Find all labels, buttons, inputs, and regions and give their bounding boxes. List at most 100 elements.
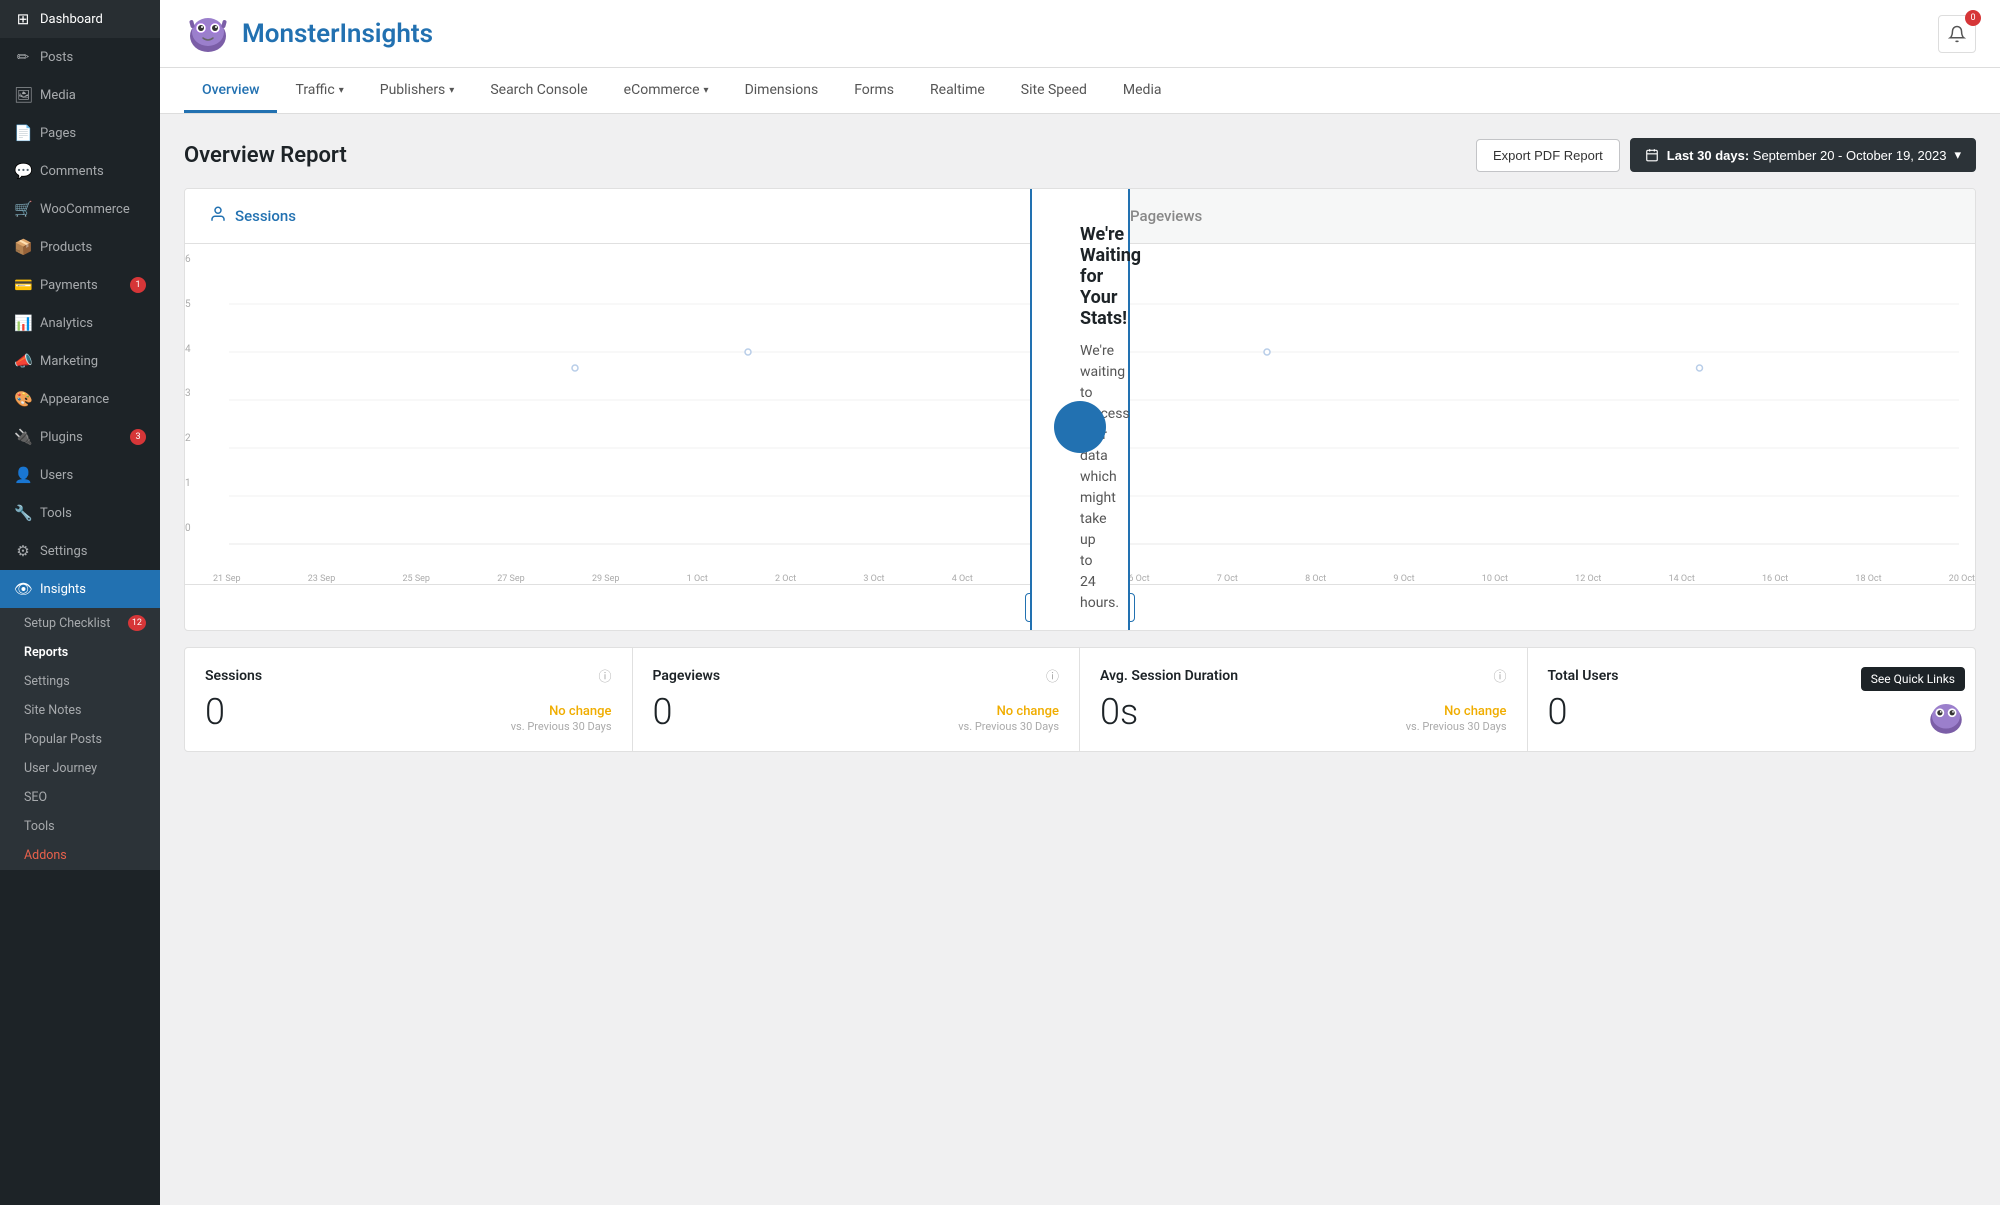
ecommerce-chevron-icon: ▾ (704, 85, 709, 96)
tab-traffic[interactable]: Traffic ▾ (277, 68, 361, 113)
pageviews-info-icon[interactable]: ⓘ (1046, 666, 1059, 685)
avg-session-info-icon[interactable]: ⓘ (1493, 666, 1506, 685)
total-users-stat-label: Total Users (1548, 668, 1619, 684)
sidebar-item-users[interactable]: 👤 Users (0, 456, 160, 494)
sidebar-item-analytics[interactable]: 📊 Analytics (0, 304, 160, 342)
sidebar-submenu-seo[interactable]: SEO (0, 783, 160, 812)
stat-header-pageviews: Pageviews ⓘ (653, 666, 1060, 685)
stat-card-pageviews: Pageviews ⓘ 0 No change vs. Previous 30 … (633, 648, 1081, 751)
total-users-stat-value: 0 (1548, 691, 1568, 733)
sidebar-item-comments[interactable]: 💬 Comments (0, 152, 160, 190)
stat-card-total-users: Total Users ⓘ 0 See Quick Links (1528, 648, 1976, 751)
sidebar-item-settings[interactable]: ⚙ Settings (0, 532, 160, 570)
chart-area: 0 1 2 3 4 5 6 (185, 244, 1975, 584)
sidebar-item-dashboard[interactable]: ⊞ Dashboard (0, 0, 160, 38)
notification-icon (1948, 25, 1966, 43)
products-icon: 📦 (14, 238, 32, 256)
tab-publishers[interactable]: Publishers ▾ (362, 68, 473, 113)
tab-realtime[interactable]: Realtime (912, 68, 1003, 113)
chart-tab-pageviews[interactable]: Pageviews (1080, 189, 1975, 243)
date-range-label: Last 30 days: September 20 - October 19,… (1667, 148, 1947, 163)
avg-session-stat-change: No change vs. Previous 30 Days (1406, 704, 1507, 733)
posts-icon: ✏ (14, 48, 32, 66)
tab-overview[interactable]: Overview (184, 68, 277, 113)
tab-forms[interactable]: Forms (836, 68, 912, 113)
sidebar-item-woocommerce[interactable]: 🛒 WooCommerce (0, 190, 160, 228)
stat-card-avg-session: Avg. Session Duration ⓘ 0s No change vs.… (1080, 648, 1528, 751)
sidebar-item-marketing[interactable]: 📣 Marketing (0, 342, 160, 380)
date-range-button[interactable]: Last 30 days: September 20 - October 19,… (1630, 138, 1976, 172)
payments-badge: 1 (130, 277, 146, 293)
sidebar: ⊞ Dashboard ✏ Posts 🖼 Media 📄 Pages 💬 Co… (0, 0, 160, 1205)
plugins-icon: 🔌 (14, 428, 32, 446)
calendar-icon (1645, 148, 1659, 162)
header-right: 0 (1938, 15, 1976, 53)
chart-tab-sessions[interactable]: Sessions (185, 189, 1080, 243)
analytics-icon: 📊 (14, 314, 32, 332)
sidebar-item-appearance[interactable]: 🎨 Appearance (0, 380, 160, 418)
sessions-stat-change: No change vs. Previous 30 Days (511, 704, 612, 733)
sidebar-item-media[interactable]: 🖼 Media (0, 76, 160, 114)
sidebar-item-posts[interactable]: ✏ Posts (0, 38, 160, 76)
stats-row: Sessions ⓘ 0 No change vs. Previous 30 D… (184, 647, 1976, 752)
sidebar-submenu-popular-posts[interactable]: Popular Posts (0, 725, 160, 754)
sidebar-submenu-user-journey[interactable]: User Journey (0, 754, 160, 783)
sidebar-item-pages[interactable]: 📄 Pages (0, 114, 160, 152)
waiting-container: We're Waiting for Your Stats! We're wait… (1054, 401, 1106, 427)
sessions-info-icon[interactable]: ⓘ (598, 666, 611, 685)
y-axis: 0 1 2 3 4 5 6 (185, 254, 213, 534)
pageviews-stat-label: Pageviews (653, 668, 721, 684)
sidebar-item-payments[interactable]: 💳 Payments 1 (0, 266, 160, 304)
woocommerce-icon: 🛒 (14, 200, 32, 218)
stat-header-sessions: Sessions ⓘ (205, 666, 612, 685)
traffic-chevron-icon: ▾ (339, 85, 344, 96)
sidebar-submenu-reports[interactable]: Reports (0, 638, 160, 667)
appearance-icon: 🎨 (14, 390, 32, 408)
sidebar-item-plugins[interactable]: 🔌 Plugins 3 (0, 418, 160, 456)
sidebar-submenu-site-notes[interactable]: Site Notes (0, 696, 160, 725)
settings-icon: ⚙ (14, 542, 32, 560)
nav-tabs: Overview Traffic ▾ Publishers ▾ Search C… (160, 68, 2000, 114)
brand-name: MonsterInsights (242, 19, 433, 49)
setup-checklist-badge: 12 (128, 615, 146, 631)
users-icon: 👤 (14, 466, 32, 484)
sidebar-item-products[interactable]: 📦 Products (0, 228, 160, 266)
page-title: Overview Report (184, 143, 347, 168)
date-range-chevron-icon: ▾ (1954, 147, 1961, 163)
sessions-tab-icon (209, 205, 227, 227)
tab-site-speed[interactable]: Site Speed (1003, 68, 1105, 113)
export-pdf-button[interactable]: Export PDF Report (1476, 139, 1620, 172)
pages-icon: 📄 (14, 124, 32, 142)
notification-button[interactable]: 0 (1938, 15, 1976, 53)
tab-ecommerce[interactable]: eCommerce ▾ (606, 68, 727, 113)
media-icon: 🖼 (14, 86, 32, 104)
content-area: Overview Report Export PDF Report Last 3… (160, 114, 2000, 1205)
overview-header: Overview Report Export PDF Report Last 3… (184, 138, 1976, 172)
comments-icon: 💬 (14, 162, 32, 180)
sessions-stat-label: Sessions (205, 668, 262, 684)
publishers-chevron-icon: ▾ (449, 85, 454, 96)
payments-icon: 💳 (14, 276, 32, 294)
waiting-icon (1054, 401, 1106, 453)
tools-icon: 🔧 (14, 504, 32, 522)
sidebar-submenu-settings[interactable]: Settings (0, 667, 160, 696)
stat-header-avg-session: Avg. Session Duration ⓘ (1100, 666, 1507, 685)
notification-badge: 0 (1965, 10, 1981, 26)
dashboard-icon: ⊞ (14, 10, 32, 28)
monster-avatar-small[interactable] (1925, 697, 1967, 743)
quick-links-tooltip: See Quick Links (1861, 667, 1965, 691)
brand-logo (184, 10, 232, 58)
chart-card: Sessions Pageviews 0 1 (184, 188, 1976, 631)
sidebar-item-insights[interactable]: 👁 Insights (0, 570, 160, 608)
avg-session-stat-label: Avg. Session Duration (1100, 668, 1238, 684)
sidebar-submenu-setup-checklist[interactable]: Setup Checklist 12 (0, 608, 160, 638)
tab-media[interactable]: Media (1105, 68, 1180, 113)
sidebar-item-tools[interactable]: 🔧 Tools (0, 494, 160, 532)
tab-search-console[interactable]: Search Console (472, 68, 605, 113)
tab-dimensions[interactable]: Dimensions (727, 68, 837, 113)
pageviews-stat-value: 0 (653, 691, 673, 733)
avg-session-stat-value: 0s (1100, 691, 1138, 733)
insights-icon: 👁 (14, 580, 32, 598)
sidebar-submenu-addons[interactable]: Addons (0, 841, 160, 870)
sidebar-submenu-tools[interactable]: Tools (0, 812, 160, 841)
